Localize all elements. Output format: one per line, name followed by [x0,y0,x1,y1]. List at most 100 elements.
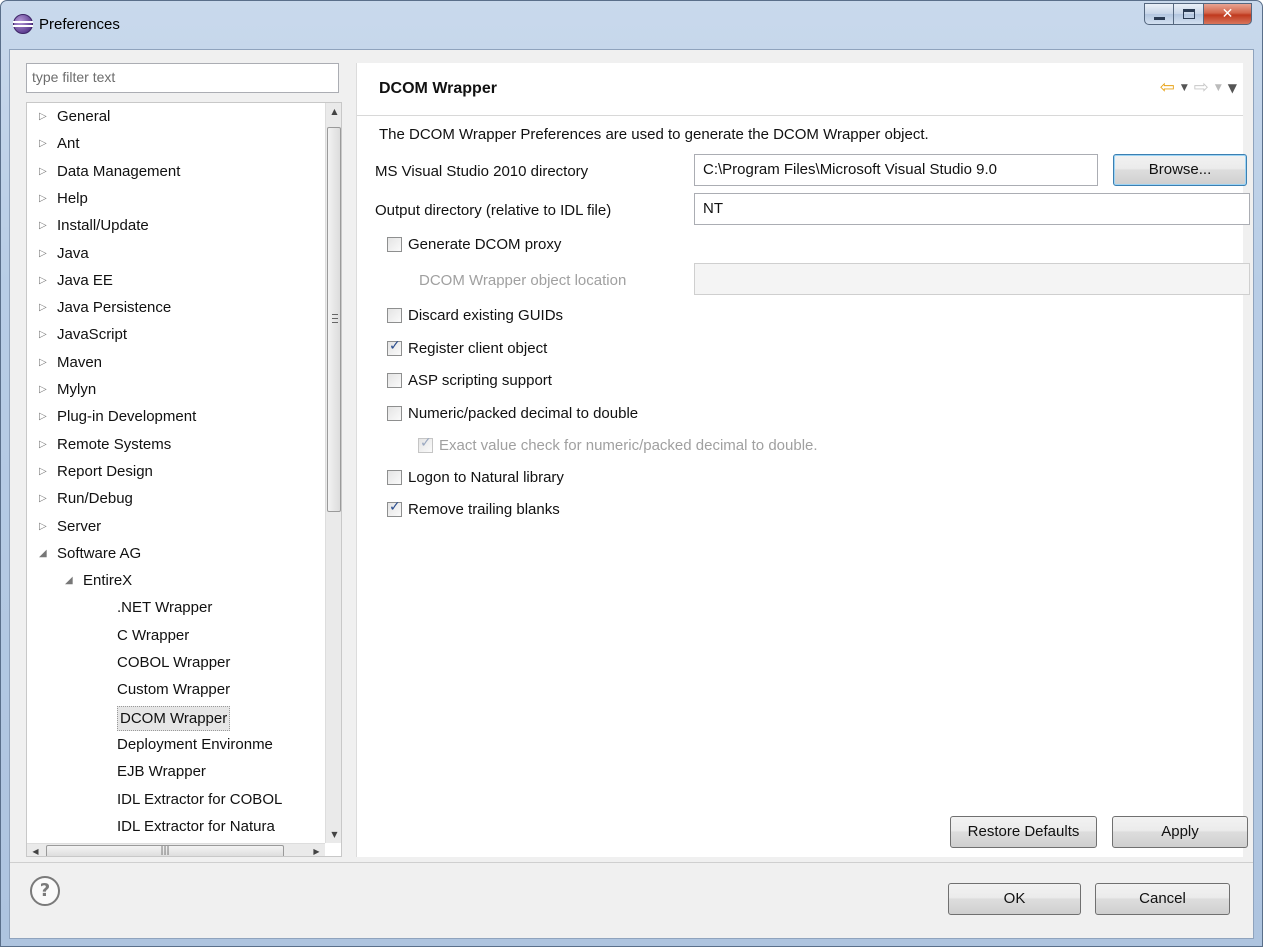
cancel-button[interactable]: Cancel [1095,883,1230,915]
output-dir-field[interactable]: NT [694,193,1250,225]
minimize-button[interactable] [1144,3,1174,25]
back-arrow-icon[interactable]: ⇦ [1160,78,1175,98]
collapsed-triangle-icon[interactable]: ▷ [39,103,53,130]
tree-item[interactable]: IDL Extractor for Natura [27,813,322,840]
back-menu-chevron-down-icon[interactable]: ▼ [1181,78,1188,98]
vertical-scroll-thumb[interactable] [327,127,341,512]
gen-proxy-label: Generate DCOM proxy [408,235,562,253]
restore-defaults-button[interactable]: Restore Defaults [950,816,1097,848]
tree-item[interactable]: Deployment Environme [27,731,322,758]
tree-item[interactable]: ▷ JavaScript [27,321,322,348]
tree-item-label: Software AG [57,544,142,562]
tree-item[interactable]: ▷ Help [27,185,322,212]
discard-guids-checkbox-row[interactable]: Discard existing GUIDs [387,304,563,326]
collapsed-triangle-icon[interactable]: ▷ [39,321,53,348]
discard-guids-checkbox[interactable] [387,307,402,323]
preference-page: DCOM Wrapper ⇦ ▼ ⇨ ▼ ▼ The DCOM Wrapper … [356,63,1250,857]
tree-item[interactable]: ◢ Software AG [27,540,322,567]
grip-icon [332,314,338,323]
tree-item[interactable]: ◢ EntireX [27,567,322,594]
preferences-tree: ▷ General ▷ Ant ▷ Data Management ▷ Help ▷ Instal… [26,102,342,857]
scroll-down-arrow-icon[interactable]: ▼ [326,826,341,843]
title-bar[interactable]: Preferences ✕ [1,1,1262,49]
collapsed-triangle-icon[interactable]: ▷ [39,458,53,485]
tree-item[interactable]: DCOM Wrapper [27,704,322,731]
scroll-left-arrow-icon[interactable]: ◀ [27,843,44,856]
tree-item[interactable]: ▷ Plug-in Development [27,403,322,430]
tree-item[interactable]: ▷ Report Design [27,458,322,485]
tree-item[interactable]: .NET Wrapper [27,594,322,621]
horizontal-scroll-thumb[interactable]: ||| [46,845,284,856]
tree-item[interactable]: ▷ Remote Systems [27,431,322,458]
scroll-right-arrow-icon[interactable]: ▶ [308,843,325,856]
tree-item[interactable]: Custom Wrapper [27,676,322,703]
tree-item[interactable]: EJB Wrapper [27,758,322,785]
expanded-triangle-icon[interactable]: ◢ [39,540,53,567]
filter-input[interactable]: type filter text [26,63,339,93]
collapsed-triangle-icon[interactable]: ▷ [39,294,53,321]
tree-item[interactable]: COBOL Wrapper [27,649,322,676]
dialog-client: type filter text ▷ General ▷ Ant ▷ Data Manag… [9,49,1254,939]
numeric-packed-checkbox[interactable] [387,405,402,421]
object-location-field[interactable] [694,263,1250,295]
numeric-packed-checkbox-row[interactable]: Numeric/packed decimal to double [387,402,638,424]
collapsed-triangle-icon[interactable]: ▷ [39,212,53,239]
collapsed-triangle-icon[interactable]: ▷ [39,130,53,157]
collapsed-triangle-icon[interactable]: ▷ [39,403,53,430]
expanded-triangle-icon[interactable]: ◢ [65,567,79,594]
collapsed-triangle-icon[interactable]: ▷ [39,267,53,294]
browse-button[interactable]: Browse... [1113,154,1247,186]
tree-item[interactable]: ▷ Mylyn [27,376,322,403]
forward-arrow-icon[interactable]: ⇨ [1194,78,1209,98]
discard-guids-label: Discard existing GUIDs [408,306,564,324]
logon-natural-checkbox[interactable] [387,469,402,485]
tree-items: ▷ General ▷ Ant ▷ Data Management ▷ Help ▷ Instal… [27,103,322,845]
remove-trailing-checkbox[interactable] [387,499,402,517]
apply-button[interactable]: Apply [1112,816,1248,848]
tree-item[interactable]: ▷ Ant [27,130,322,157]
collapsed-triangle-icon[interactable]: ▷ [39,158,53,185]
tree-item[interactable]: ▷ Java EE [27,267,322,294]
tree-item[interactable]: ▷ Maven [27,349,322,376]
tree-item-label: COBOL Wrapper [117,654,231,671]
tree-item-label: IDL Extractor for Natura [117,817,275,835]
tree-item[interactable]: ▷ General [27,103,322,130]
collapsed-triangle-icon[interactable]: ▷ [39,485,53,512]
collapsed-triangle-icon[interactable]: ▷ [39,349,53,376]
tree-item[interactable]: ▷ Server [27,513,322,540]
help-icon[interactable]: ? [30,876,60,906]
collapsed-triangle-icon[interactable]: ▷ [39,376,53,403]
scroll-up-arrow-icon[interactable]: ▲ [326,103,341,120]
vs-dir-field[interactable]: C:\Program Files\Microsoft Visual Studio… [694,154,1098,186]
tree-item[interactable]: ▷ Java Persistence [27,294,322,321]
collapsed-triangle-icon[interactable]: ▷ [39,513,53,540]
tree-item[interactable]: ▷ Run/Debug [27,485,322,512]
collapsed-triangle-icon[interactable]: ▷ [39,431,53,458]
tree-item-label: Run/Debug [57,490,133,508]
tree-vertical-scrollbar[interactable]: ▲ ▼ [325,103,341,843]
tree-item[interactable]: C Wrapper [27,622,322,649]
collapsed-triangle-icon[interactable]: ▷ [39,185,53,212]
register-client-checkbox-row[interactable]: Register client object [387,337,547,359]
logon-natural-checkbox-row[interactable]: Logon to Natural library [387,466,564,488]
ok-button[interactable]: OK [948,883,1081,915]
tree-item[interactable]: IDL Extractor for COBOL [27,786,322,813]
view-menu-chevron-down-icon[interactable]: ▼ [1228,78,1237,98]
tree-horizontal-scrollbar[interactable]: ◀ ||| ▶ [27,843,325,856]
collapsed-triangle-icon[interactable]: ▷ [39,240,53,267]
close-button[interactable]: ✕ [1204,3,1252,25]
tree-item-label: Mylyn [57,381,97,398]
tree-item-label: Deployment Environme [117,735,273,753]
tree-item[interactable]: ▷ Java [27,240,322,267]
tree-item[interactable]: ▷ Install/Update [27,212,322,239]
eclipse-app-icon [13,14,33,34]
gen-proxy-checkbox[interactable] [387,236,402,252]
register-client-checkbox[interactable] [387,338,402,356]
tree-item[interactable]: ▷ Data Management [27,158,322,185]
asp-scripting-checkbox[interactable] [387,372,402,388]
forward-menu-chevron-down-icon[interactable]: ▼ [1215,78,1222,98]
gen-proxy-checkbox-row[interactable]: Generate DCOM proxy [387,233,561,255]
asp-scripting-checkbox-row[interactable]: ASP scripting support [387,369,552,391]
maximize-button[interactable] [1174,3,1204,25]
remove-trailing-checkbox-row[interactable]: Remove trailing blanks [387,498,560,520]
